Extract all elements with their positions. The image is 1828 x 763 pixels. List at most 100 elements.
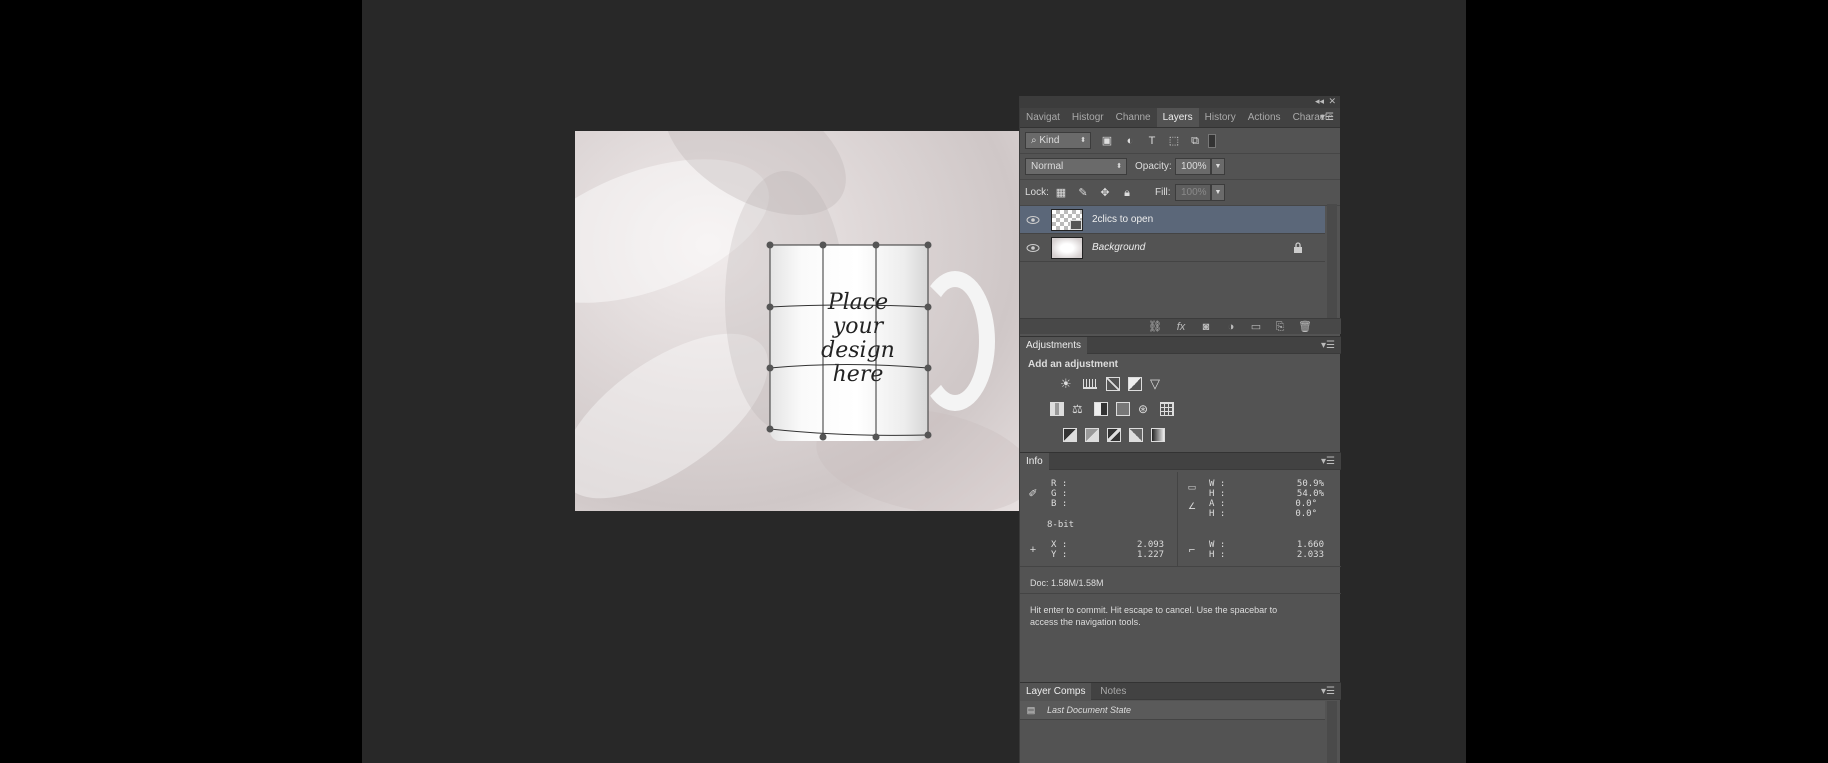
info-y-label: Y : bbox=[1051, 550, 1068, 560]
info-h3-value: 2.033 bbox=[1296, 550, 1324, 560]
color-lookup-icon[interactable] bbox=[1160, 402, 1174, 416]
collapse-icon[interactable]: ◂◂ bbox=[1315, 96, 1324, 107]
warp-handle[interactable] bbox=[766, 303, 774, 311]
opacity-dropdown[interactable]: ▼ bbox=[1211, 158, 1225, 175]
eye-icon[interactable] bbox=[1026, 213, 1040, 227]
close-icon[interactable]: ✕ bbox=[1328, 96, 1336, 107]
filter-pixel-icon[interactable]: ▣ bbox=[1100, 134, 1114, 148]
bit-depth: 8-bit bbox=[1047, 520, 1075, 530]
curves-icon[interactable] bbox=[1106, 377, 1120, 391]
tool-hint: Hit enter to commit. Hit escape to cance… bbox=[1030, 605, 1278, 627]
threshold-icon[interactable] bbox=[1107, 428, 1121, 442]
adjustments-menu-icon[interactable]: ▾☰ bbox=[1321, 340, 1335, 351]
gradient-map-icon[interactable] bbox=[1151, 428, 1165, 442]
layer-comps-header: Layer Comps Notes ▾☰ bbox=[1020, 682, 1341, 701]
blend-mode-select[interactable]: Normal ⬍ bbox=[1025, 158, 1127, 175]
size-icon: ▭ bbox=[1187, 482, 1197, 492]
warp-handle[interactable] bbox=[872, 433, 880, 441]
posterize-icon[interactable] bbox=[1085, 428, 1099, 442]
info-b-label: B : bbox=[1051, 499, 1068, 509]
warp-handle[interactable] bbox=[924, 364, 932, 372]
invert-icon[interactable] bbox=[1063, 428, 1077, 442]
fx-icon[interactable]: fx bbox=[1174, 320, 1188, 334]
fill-dropdown[interactable]: ▼ bbox=[1211, 184, 1225, 201]
vibrance-icon[interactable] bbox=[1050, 402, 1064, 416]
filter-type-icon[interactable]: T bbox=[1145, 134, 1159, 148]
warp-handle[interactable] bbox=[872, 241, 880, 249]
info-h-pct: 54.0% bbox=[1296, 489, 1324, 499]
info-h2-value: 0.0° bbox=[1295, 509, 1317, 519]
tab-histogram[interactable]: Histogr bbox=[1066, 108, 1110, 127]
info-a-label: A : bbox=[1209, 499, 1226, 509]
add-mask-icon[interactable]: ◙ bbox=[1199, 320, 1213, 334]
selective-color-icon[interactable] bbox=[1129, 428, 1143, 442]
fill-input[interactable]: 100% bbox=[1175, 184, 1211, 201]
warp-transform-grid[interactable] bbox=[575, 131, 1019, 511]
lock-transparent-icon[interactable]: ▦ bbox=[1054, 186, 1068, 200]
layer-name[interactable]: 2clics to open bbox=[1092, 214, 1153, 225]
comps-menu-icon[interactable]: ▾☰ bbox=[1321, 686, 1335, 697]
black-white-icon[interactable] bbox=[1094, 402, 1108, 416]
warp-handle[interactable] bbox=[924, 241, 932, 249]
layers-scrollbar[interactable] bbox=[1327, 204, 1337, 334]
warp-handle[interactable] bbox=[819, 241, 827, 249]
layer-row[interactable]: Background bbox=[1020, 234, 1325, 262]
filter-smart-object-icon[interactable]: ⧉ bbox=[1188, 134, 1202, 148]
link-layers-icon[interactable]: ⛓ bbox=[1148, 320, 1162, 334]
panel-menu-icon[interactable]: ▾☰ bbox=[1320, 112, 1334, 123]
opacity-input[interactable]: 100% bbox=[1175, 158, 1211, 175]
warp-handle[interactable] bbox=[766, 241, 774, 249]
warp-handle[interactable] bbox=[766, 364, 774, 372]
info-divider bbox=[1020, 566, 1341, 567]
layer-comp-row[interactable]: ▤ Last Document State bbox=[1020, 701, 1325, 720]
lock-position-icon[interactable]: ✥ bbox=[1098, 186, 1112, 200]
tab-layer-comps[interactable]: Layer Comps bbox=[1020, 683, 1092, 701]
layer-filter-row: ⌕ Kind ⬍ ▣ ◐ T ⬚ ⧉ bbox=[1020, 128, 1340, 154]
layer-name[interactable]: Background bbox=[1092, 242, 1145, 253]
gradient-map-triangle-icon[interactable]: ▽ bbox=[1150, 377, 1164, 391]
brightness-contrast-icon[interactable]: ☀ bbox=[1060, 377, 1074, 391]
comp-name: Last Document State bbox=[1047, 705, 1132, 715]
info-menu-icon[interactable]: ▾☰ bbox=[1321, 456, 1335, 467]
tab-info[interactable]: Info bbox=[1020, 453, 1049, 471]
warp-handle[interactable] bbox=[766, 425, 774, 433]
lock-image-icon[interactable]: ✎ bbox=[1076, 186, 1090, 200]
tab-channels[interactable]: Channe bbox=[1110, 108, 1157, 127]
warp-handle[interactable] bbox=[924, 303, 932, 311]
exposure-icon[interactable] bbox=[1128, 377, 1142, 391]
lock-icon bbox=[1294, 242, 1302, 253]
layer-thumbnail bbox=[1051, 209, 1083, 231]
smart-object-icon bbox=[1070, 220, 1082, 230]
info-h2-label: H : bbox=[1209, 509, 1226, 519]
photo-filter-icon[interactable] bbox=[1116, 402, 1130, 416]
tab-navigator[interactable]: Navigat bbox=[1020, 108, 1066, 127]
new-adjustment-icon[interactable]: ◑ bbox=[1224, 320, 1238, 334]
filter-kind-select[interactable]: ⌕ Kind ⬍ bbox=[1025, 132, 1091, 149]
warp-handle[interactable] bbox=[924, 431, 932, 439]
eye-icon[interactable] bbox=[1026, 241, 1040, 255]
filter-adjustment-icon[interactable]: ◐ bbox=[1123, 134, 1137, 148]
tab-actions[interactable]: Actions bbox=[1242, 108, 1287, 127]
mug-mockup-image[interactable]: Place your design here bbox=[575, 131, 1019, 511]
tab-adjustments[interactable]: Adjustments bbox=[1020, 337, 1088, 355]
new-group-icon[interactable]: ▭ bbox=[1249, 320, 1263, 334]
tab-layers[interactable]: Layers bbox=[1156, 108, 1199, 127]
filter-shape-icon[interactable]: ⬚ bbox=[1167, 134, 1181, 148]
tab-notes[interactable]: Notes bbox=[1094, 683, 1132, 701]
lock-row: Lock: ▦ ✎ ✥ 🔒︎ Fill: 100% ▼ bbox=[1020, 180, 1340, 206]
lock-all-icon[interactable]: 🔒︎ bbox=[1120, 186, 1134, 200]
adjustments-header: Adjustments ▾☰ bbox=[1020, 336, 1341, 355]
new-layer-icon[interactable]: ⎘ bbox=[1273, 320, 1287, 334]
layer-row[interactable]: 2clics to open bbox=[1020, 206, 1325, 234]
filter-toggle-icon[interactable] bbox=[1208, 134, 1216, 148]
eyedropper-icon: ✐ bbox=[1028, 488, 1038, 500]
channel-mixer-icon[interactable]: ⊛ bbox=[1138, 402, 1152, 416]
color-balance-icon[interactable]: ⚖ bbox=[1072, 402, 1086, 416]
add-adjustment-heading: Add an adjustment bbox=[1028, 359, 1119, 370]
levels-icon[interactable] bbox=[1083, 379, 1097, 389]
delete-layer-icon[interactable]: 🗑︎ bbox=[1298, 320, 1312, 334]
warp-handle[interactable] bbox=[819, 433, 827, 441]
info-a-value: 0.0° bbox=[1295, 499, 1317, 509]
comps-scrollbar[interactable] bbox=[1327, 701, 1337, 763]
tab-history[interactable]: History bbox=[1199, 108, 1242, 127]
